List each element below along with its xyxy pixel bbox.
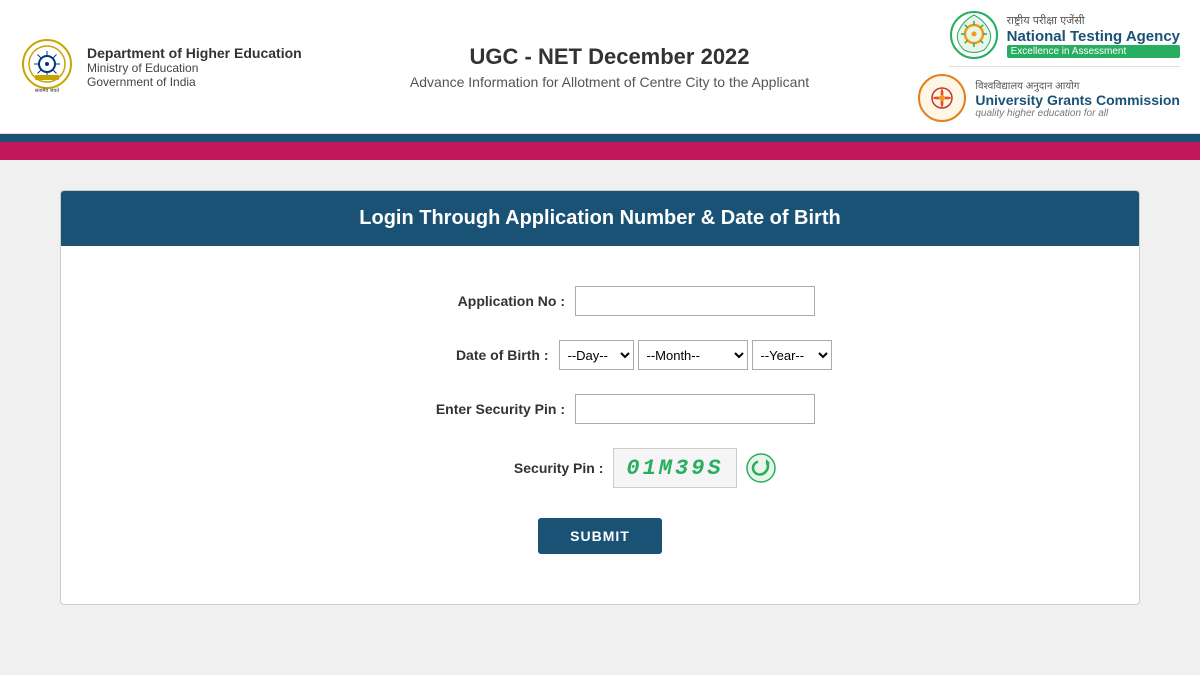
ugc-tagline-text: quality higher education for all [975,108,1180,119]
security-pin-label: Enter Security Pin : [385,401,565,417]
app-no-label: Application No : [385,293,565,309]
app-no-input[interactable] [575,286,815,316]
logos-section: राष्ट्रीय परीक्षा एजेंसी National Testin… [917,10,1180,123]
captcha-group: Security Pin : 01M39S [81,448,1119,488]
svg-text:सत्यमेव जयते: सत्यमेव जयते [35,87,59,94]
captcha-box: 01M39S [613,448,736,488]
login-card-title: Login Through Application Number & Date … [359,207,840,229]
submit-button[interactable]: SUBMIT [538,518,662,554]
ugc-logo: विश्वविद्यालय अनुदान आयोग University Gra… [917,73,1180,123]
nta-emblem-icon [949,10,999,60]
dept-name-text: Department of Higher Education [87,45,302,61]
blue-bar [0,134,1200,142]
pink-bar [0,142,1200,160]
govt-text: Government of India [87,75,302,89]
nta-hindi-text: राष्ट्रीय परीक्षा एजेंसी [1007,13,1180,28]
dob-group: Date of Birth : --Day-- 12345 678910 111… [81,340,1119,370]
login-card-header: Login Through Application Number & Date … [61,191,1139,246]
login-card-body: Application No : Date of Birth : --Day--… [61,246,1139,604]
exam-title-text: UGC - NET December 2022 [302,44,918,70]
refresh-captcha-icon[interactable] [745,452,777,484]
dept-section: सत्यमेव जयते Department of Higher Educat… [20,37,302,97]
nta-tagline-text: Excellence in Assessment [1007,45,1180,58]
dob-selects: --Day-- 12345 678910 1112131415 16171819… [559,340,832,370]
nta-text-block: राष्ट्रीय परीक्षा एजेंसी National Testin… [1007,13,1180,58]
app-no-group: Application No : [81,286,1119,316]
ugc-text-block: विश्वविद्यालय अनुदान आयोग University Gra… [975,78,1180,119]
ugc-name-text: University Grants Commission [975,92,1180,108]
exam-info: UGC - NET December 2022 Advance Informat… [302,44,918,90]
login-card: Login Through Application Number & Date … [60,190,1140,605]
exam-subtitle-text: Advance Information for Allotment of Cen… [302,74,918,90]
security-pin-input[interactable] [575,394,815,424]
security-pin-input-group: Enter Security Pin : [81,394,1119,424]
dob-label: Date of Birth : [369,347,549,363]
page-header: सत्यमेव जयते Department of Higher Educat… [0,0,1200,134]
dob-day-select[interactable]: --Day-- 12345 678910 1112131415 16171819… [559,340,634,370]
captcha-label: Security Pin : [423,460,603,476]
nta-logo: राष्ट्रीय परीक्षा एजेंसी National Testin… [949,10,1180,67]
main-content: Login Through Application Number & Date … [0,160,1200,635]
captcha-display: 01M39S [613,448,776,488]
ugc-emblem-icon [917,73,967,123]
dept-info: Department of Higher Education Ministry … [87,45,302,89]
ministry-text: Ministry of Education [87,61,302,75]
ugc-hindi-text: विश्वविद्यालय अनुदान आयोग [975,78,1180,92]
nta-name-text: National Testing Agency [1007,28,1180,45]
submit-group: SUBMIT [81,518,1119,554]
dob-month-select[interactable]: --Month-- JanuaryFebruaryMarchApril MayJ… [638,340,748,370]
dob-year-select[interactable]: --Year-- 1950196019701975 19801985199019… [752,340,832,370]
captcha-text: 01M39S [626,456,723,481]
india-emblem: सत्यमेव जयते [20,37,75,97]
